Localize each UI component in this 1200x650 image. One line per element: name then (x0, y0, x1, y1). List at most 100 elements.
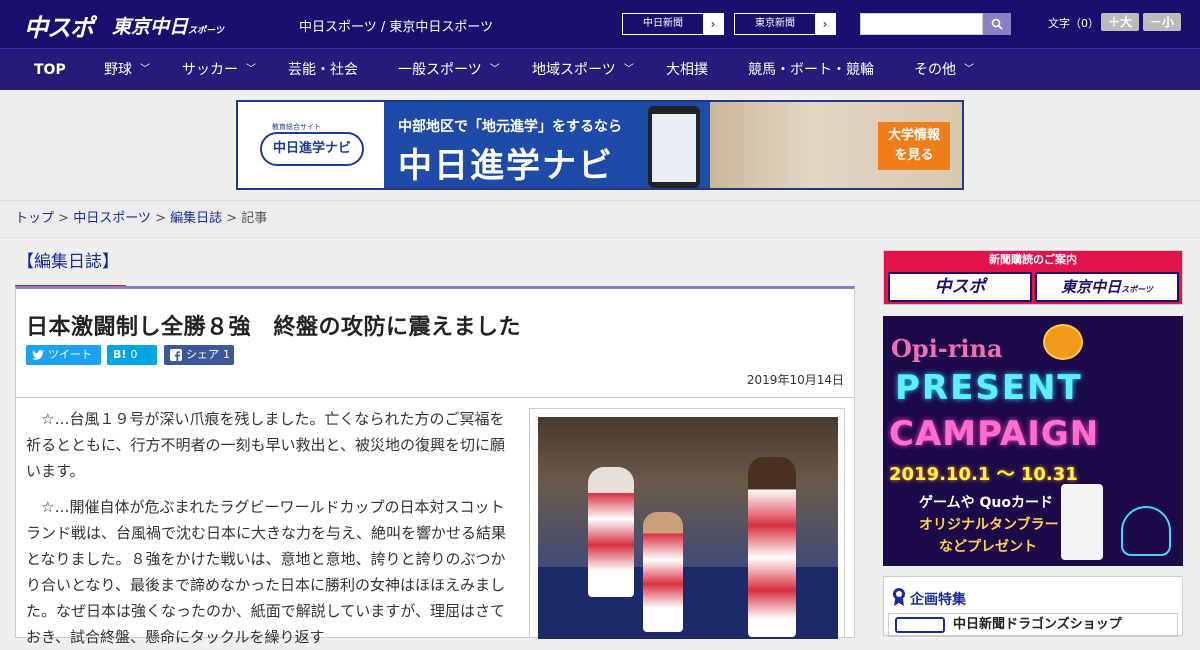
article-paragraph: ☆…開催自体が危ぶまれたラグビーワールドカップの日本対スコットランド戦は、台風禍… (26, 498, 507, 646)
nav-item-label: 芸能・社会 (288, 62, 358, 78)
chuspo-subscribe-button[interactable]: 中スポ (888, 272, 1032, 302)
share-label: シェア (186, 348, 219, 361)
player-figure (588, 467, 634, 597)
breadcrumb-separator: > (58, 211, 74, 226)
rugby-celebration-photo (538, 417, 838, 639)
hatena-bookmark-button[interactable]: B! 0 (107, 345, 157, 365)
banner-cta-line1: 大学情報 (887, 128, 940, 143)
search-button[interactable] (983, 13, 1011, 35)
chevron-down-icon: ﹀ (964, 64, 974, 75)
banner-tagline: 中部地区で「地元進学」をするなら (398, 119, 622, 135)
ad-brand: Opi-rina (891, 334, 1003, 363)
breadcrumb-separator: > (155, 211, 171, 226)
shingaku-navi-banner[interactable]: 教育総合サイト 中日進学ナビ 中部地区で「地元進学」をするなら 中日進学ナビ 大… (236, 100, 964, 190)
nav-item-label: 野球 (104, 62, 132, 78)
nav-item-sumo[interactable]: 大相撲 (666, 49, 708, 91)
nav-item-label: 一般スポーツ (398, 62, 482, 78)
banner-title: 中日進学ナビ (398, 146, 614, 186)
banner-cta: 大学情報 を見る (878, 122, 950, 170)
nav-item-racing[interactable]: 競馬・ボート・競輪 (748, 49, 874, 91)
font-smaller-button[interactable]: －小 (1143, 13, 1181, 31)
breadcrumb: トップ > 中日スポーツ > 編集日誌 > 記事 (0, 200, 1200, 238)
subscription-box: 新聞購読のご案内 中スポ 東京中日スポーツ (883, 250, 1183, 305)
chevron-right-icon: › (815, 14, 835, 34)
banner-logo-sub: 教育総合サイト (272, 123, 321, 131)
smartphone-screen (652, 114, 696, 182)
nav-item-label: TOP (34, 62, 66, 78)
ad-text-3: などプレゼント (939, 539, 1037, 555)
nav-item-soccer[interactable]: サッカー ﹀ (182, 49, 256, 91)
font-size-label: 文字（0） (1048, 17, 1099, 30)
chevron-down-icon: ﹀ (489, 64, 500, 75)
banner-cta-line2: を見る (894, 148, 934, 163)
font-bigger-button[interactable]: ＋大 (1101, 13, 1139, 31)
tokyo-shimbun-label: 東京新聞 (755, 18, 795, 29)
nav-item-baseball[interactable]: 野球 ﹀ (104, 49, 150, 91)
banner-logo-area: 教育総合サイト 中日進学ナビ (238, 102, 384, 188)
hatena-icon: B! (113, 348, 127, 361)
nav-item-label: サッカー (182, 62, 238, 78)
ad-campaign: CAMPAIGN (889, 414, 1100, 454)
article-paragraph: ☆…台風１９号が深い爪痕を残しました。亡くなられた方のご冥福を祈るとともに、行方… (26, 410, 505, 480)
chunichi-shimbun-link[interactable]: 中日新聞 › (622, 13, 724, 35)
site-title: 中日スポーツ / 東京中日スポーツ (299, 20, 494, 35)
twitter-icon (32, 350, 44, 360)
breadcrumb-site[interactable]: 中日スポーツ (73, 211, 151, 226)
tokyo-chunichi-logo-text: 東京中日 (112, 16, 189, 38)
feature-box: 企画特集 中日新聞ドラゴンズショップ (883, 576, 1183, 637)
nav-item-local-sports[interactable]: 地域スポーツ ﹀ (532, 49, 634, 91)
ad-present: PRESENT (895, 368, 1083, 408)
breadcrumb-current: 記事 (241, 211, 268, 226)
tokyo-chunichi-logo[interactable]: 東京中日スポーツ (112, 12, 224, 39)
chevron-right-icon: › (703, 14, 723, 34)
category-heading: 【編集日誌】 (15, 250, 126, 288)
article-photo-frame[interactable] (529, 408, 845, 639)
article-title: 日本激闘制し全勝８強 終盤の攻防に震えました (26, 315, 522, 340)
medal-icon (893, 588, 905, 606)
nav-item-label: 地域スポーツ (532, 62, 616, 78)
ad-text-1: ゲームや Quoカード (919, 495, 1053, 511)
facebook-share-button[interactable]: シェア 1 (164, 345, 234, 365)
ghost-icon (1121, 506, 1171, 556)
nav-item-general-sports[interactable]: 一般スポーツ ﹀ (398, 49, 500, 91)
nav-item-top[interactable]: TOP (34, 49, 66, 91)
nav-item-label: 大相撲 (666, 62, 708, 78)
nav-item-entertainment[interactable]: 芸能・社会 (288, 49, 358, 91)
facebook-icon (170, 349, 182, 361)
ad-date: 2019.10.1 ～ 10.31 (889, 464, 1078, 485)
tokyo-shimbun-link[interactable]: 東京新聞 › (734, 13, 836, 35)
nav-item-label: その他 (914, 62, 956, 78)
chuspo-logo[interactable]: 中スポ (24, 8, 94, 43)
tumbler-image (1061, 484, 1103, 560)
breadcrumb-section[interactable]: 編集日誌 (170, 211, 222, 226)
article-header: 日本激闘制し全勝８強 終盤の攻防に震えました ツイート B! 0 シェア 1 2… (15, 286, 855, 398)
tokyo-chunichi-subscribe-button[interactable]: 東京中日スポーツ (1035, 272, 1179, 302)
pumpkin-icon (1043, 324, 1083, 360)
tokyo-chunichi-logo-sub: スポーツ (188, 26, 224, 36)
nav-item-label: 競馬・ボート・競輪 (748, 62, 874, 78)
tokyo-chunichi-subscribe-sub: スポーツ (1121, 285, 1153, 294)
tweet-button[interactable]: ツイート (26, 345, 101, 365)
search-icon (991, 18, 1003, 30)
ad-text-2: オリジナルタンブラー (919, 517, 1059, 533)
tokyo-chunichi-subscribe-label: 東京中日 (1061, 278, 1122, 296)
article-body: ☆…台風１９号が深い爪痕を残しました。亡くなられた方のご冥福を祈るとともに、行方… (15, 398, 855, 646)
player-figure (643, 512, 683, 632)
player-figure (748, 457, 796, 637)
main-nav: TOP 野球 ﹀ サッカー ﹀ 芸能・社会 一般スポーツ ﹀ 地域スポーツ ﹀ 大相撲 … (0, 48, 1200, 90)
article-date: 2019年10月14日 (746, 373, 844, 387)
dragons-shop-logo (895, 617, 945, 633)
search-input[interactable] (860, 13, 983, 35)
nav-item-other[interactable]: その他 ﹀ (914, 49, 974, 91)
feature-item[interactable]: 中日新聞ドラゴンズショップ (888, 613, 1178, 637)
subscription-title: 新聞購読のご案内 (989, 253, 1077, 266)
chevron-down-icon: ﹀ (140, 64, 150, 75)
feature-title: 企画特集 (910, 592, 966, 608)
hatena-count: 0 (130, 348, 138, 361)
breadcrumb-top[interactable]: トップ (15, 211, 54, 226)
banner-logo: 中日進学ナビ (260, 132, 364, 166)
chunichi-shimbun-label: 中日新聞 (643, 18, 683, 29)
chevron-down-icon: ﹀ (246, 64, 256, 75)
chevron-down-icon: ﹀ (623, 64, 634, 75)
present-campaign-ad[interactable]: Opi-rina PRESENT CAMPAIGN 2019.10.1 ～ 10… (883, 316, 1183, 566)
